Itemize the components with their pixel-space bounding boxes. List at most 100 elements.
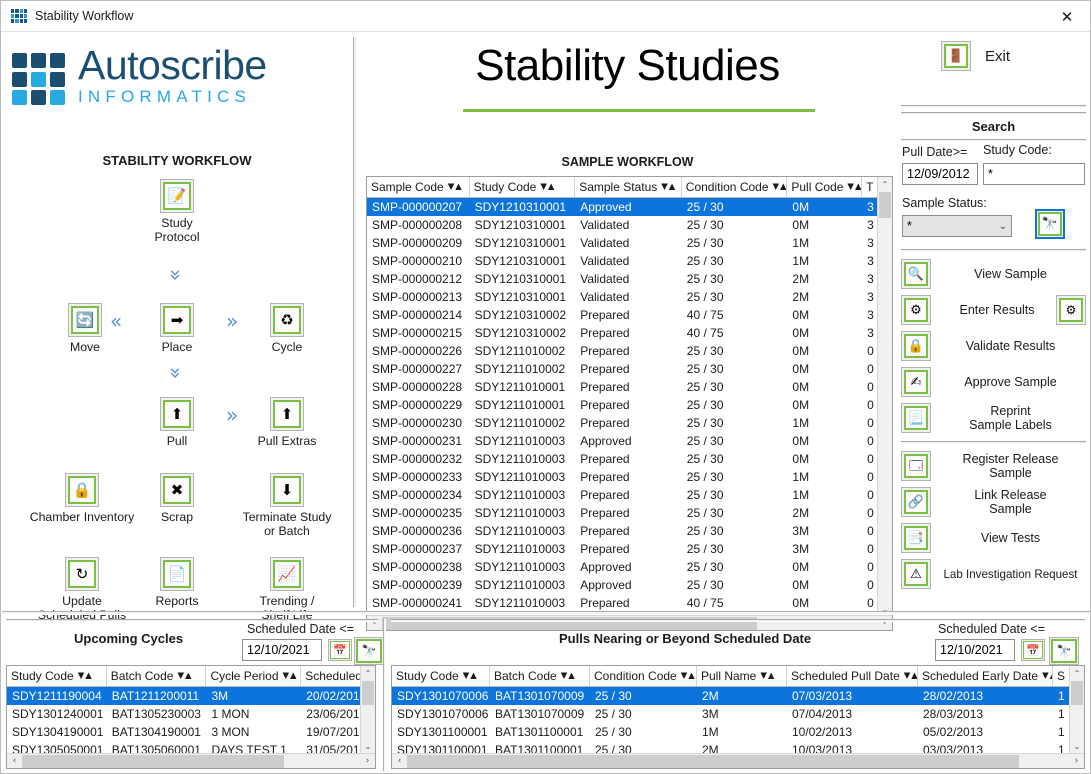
sort-arrows-icon[interactable]: ▼▲: [773, 182, 788, 192]
scheduled-date-input[interactable]: 12/10/2021: [935, 639, 1015, 661]
action-lab-investigation-request[interactable]: ⚠Lab Investigation Request: [901, 557, 1090, 591]
scroll-right-icon[interactable]: ›: [360, 754, 375, 769]
calendar-button[interactable]: 📅: [328, 639, 352, 661]
table-row[interactable]: SDY1211190004BAT12112000113M20/02/2013: [7, 687, 375, 705]
sort-arrows-icon[interactable]: ▼▲: [283, 671, 298, 681]
workflow-item-terminate-study[interactable]: ⬇ Terminate Study or Batch: [232, 473, 342, 538]
upcoming-cycles-grid[interactable]: Study Code▼▲Batch Code▼▲Cycle Period▼▲Sc…: [6, 665, 376, 769]
table-row[interactable]: SMP-000000228SDY1211010001Prepared25 / 3…: [367, 378, 892, 396]
view-tests-icon[interactable]: 📑: [901, 523, 931, 553]
column-header-batch-code[interactable]: Batch Code▼▲: [107, 666, 207, 686]
column-header-study-code[interactable]: Study Code▼▲: [7, 666, 107, 686]
scheduled-date-input[interactable]: 12/10/2021: [242, 639, 322, 661]
terminate-study-icon[interactable]: ⬇: [270, 473, 304, 507]
pull-date-input[interactable]: 12/09/2012: [902, 163, 978, 185]
table-row[interactable]: SMP-000000241SDY1211010003Prepared40 / 7…: [367, 594, 892, 612]
table-row[interactable]: SMP-000000235SDY1211010003Prepared25 / 3…: [367, 504, 892, 522]
action-enter-results[interactable]: ⚙Enter Results⚙: [901, 293, 1090, 327]
sort-arrows-icon[interactable]: ▼▲: [540, 182, 555, 192]
workflow-item-pull[interactable]: ⬆ Pull: [122, 397, 232, 448]
table-row[interactable]: SMP-000000226SDY1211010002Prepared25 / 3…: [367, 342, 892, 360]
gears-alt-icon[interactable]: ⚙: [1056, 295, 1086, 325]
scroll-thumb[interactable]: [1071, 681, 1083, 705]
sort-arrows-icon[interactable]: ▼▲: [1042, 671, 1053, 681]
search-button[interactable]: 🔭: [1035, 209, 1065, 239]
column-header-pull-name[interactable]: Pull Name▼▲: [697, 666, 787, 686]
column-header-sample-code[interactable]: Sample Code▼▲: [367, 177, 470, 197]
table-row[interactable]: SMP-000000227SDY1211010002Prepared25 / 3…: [367, 360, 892, 378]
label-printer-icon[interactable]: 📃: [901, 403, 931, 433]
chamber-inventory-icon[interactable]: 🔒: [65, 473, 99, 507]
calendar-button[interactable]: 📅: [1021, 639, 1045, 661]
exit-button[interactable]: 🚪 Exit: [941, 41, 1010, 71]
table-row[interactable]: SMP-000000232SDY1211010003Prepared25 / 3…: [367, 450, 892, 468]
sort-arrows-icon[interactable]: ▼▲: [681, 671, 696, 681]
sort-arrows-icon[interactable]: ▼▲: [847, 182, 862, 192]
column-header-condition-code[interactable]: Condition Code▼▲: [590, 666, 697, 686]
grid-vertical-scrollbar[interactable]: ⌃ ⌄: [877, 177, 892, 617]
column-header-scheduled-pull-date[interactable]: Scheduled Pull Date▼▲: [787, 666, 918, 686]
action-validate-results[interactable]: 🔒Validate Results: [901, 329, 1090, 363]
close-icon[interactable]: ✕: [1044, 1, 1090, 32]
table-row[interactable]: SDY1301070006BAT130107000925 / 303M07/04…: [392, 705, 1084, 723]
table-row[interactable]: SDY1301240001BAT13052300031 MON23/06/201…: [7, 705, 375, 723]
search-button[interactable]: 🔭: [1049, 637, 1079, 665]
column-header-condition-code[interactable]: Condition Code▼▲: [682, 177, 788, 197]
bottom-panels-splitter[interactable]: [383, 619, 386, 771]
scroll-up-icon[interactable]: ⌃: [361, 666, 375, 681]
table-row[interactable]: SMP-000000238SDY1211010003Approved25 / 3…: [367, 558, 892, 576]
gears-icon[interactable]: ⚙: [901, 295, 931, 325]
action-approve-sample[interactable]: ✍Approve Sample: [901, 365, 1090, 399]
table-row[interactable]: SMP-000000231SDY1211010003Approved25 / 3…: [367, 432, 892, 450]
table-row[interactable]: SMP-000000236SDY1211010003Prepared25 / 3…: [367, 522, 892, 540]
table-row[interactable]: SMP-000000215SDY1210310002Prepared40 / 7…: [367, 324, 892, 342]
scroll-left-icon[interactable]: ‹: [392, 754, 407, 769]
trending-shelf-life-icon[interactable]: 📈: [270, 557, 304, 591]
scroll-down-icon[interactable]: ⌄: [361, 739, 375, 754]
grid-horizontal-scrollbar[interactable]: ‹ ›: [392, 753, 1084, 768]
table-row[interactable]: SDY1301100001BAT130110000125 / 301M10/02…: [392, 723, 1084, 741]
table-row[interactable]: SMP-000000239SDY1211010003Approved25 / 3…: [367, 576, 892, 594]
lab-investigation-icon[interactable]: ⚠: [901, 559, 931, 589]
sample-status-select[interactable]: * ⌄: [902, 215, 1012, 237]
scroll-down-icon[interactable]: ⌄: [1070, 739, 1084, 754]
table-row[interactable]: SMP-000000209SDY1210310001Validated25 / …: [367, 234, 892, 252]
sort-arrows-icon[interactable]: ▼▲: [448, 182, 463, 192]
column-header-study-code[interactable]: Study Code▼▲: [392, 666, 490, 686]
horizontal-splitter[interactable]: [2, 611, 1090, 615]
scroll-right-icon[interactable]: ›: [1069, 754, 1084, 769]
scroll-thumb[interactable]: [879, 192, 891, 218]
sort-arrows-icon[interactable]: ▼▲: [661, 182, 676, 192]
table-row[interactable]: SMP-000000233SDY1211010003Prepared25 / 3…: [367, 468, 892, 486]
workflow-item-chamber-inventory[interactable]: 🔒 Chamber Inventory: [27, 473, 137, 524]
table-row[interactable]: SDY1305050001BAT1305060001DAYS TEST 131/…: [7, 741, 375, 753]
left-center-splitter[interactable]: [353, 37, 356, 607]
table-row[interactable]: SMP-000000208SDY1210310001Validated25 / …: [367, 216, 892, 234]
search-button[interactable]: 🔭: [354, 637, 384, 665]
table-row[interactable]: SMP-000000207SDY1210310001Approved25 / 3…: [367, 198, 892, 216]
sort-arrows-icon[interactable]: ▼▲: [463, 671, 478, 681]
hscroll-track[interactable]: [407, 755, 1069, 768]
sort-arrows-icon[interactable]: ▼▲: [78, 671, 93, 681]
sort-arrows-icon[interactable]: ▼▲: [760, 671, 775, 681]
hscroll-track[interactable]: [22, 755, 360, 768]
table-row[interactable]: SMP-000000229SDY1211010001Prepared25 / 3…: [367, 396, 892, 414]
pulls-nearing-grid[interactable]: Study Code▼▲Batch Code▼▲Condition Code▼▲…: [391, 665, 1085, 769]
table-row[interactable]: SMP-000000210SDY1210310001Validated25 / …: [367, 252, 892, 270]
action-register-release-sample[interactable]: 🗔Register Release Sample: [901, 449, 1090, 483]
cycle-icon[interactable]: ♻: [270, 303, 304, 337]
register-release-icon[interactable]: 🗔: [901, 451, 931, 481]
workflow-item-study-protocol[interactable]: 📝 Study Protocol: [122, 179, 232, 244]
grid-vertical-scrollbar[interactable]: ⌃ ⌄: [360, 666, 375, 754]
table-row[interactable]: SDY1304190001BAT13041900013 MON19/07/201…: [7, 723, 375, 741]
column-header-scheduled-early-date[interactable]: Scheduled Early Date▼▲: [918, 666, 1053, 686]
action-view-tests[interactable]: 📑View Tests: [901, 521, 1090, 555]
scroll-up-icon[interactable]: ⌃: [1070, 666, 1084, 681]
table-row[interactable]: SMP-000000214SDY1210310002Prepared40 / 7…: [367, 306, 892, 324]
table-row[interactable]: SMP-000000213SDY1210310001Validated25 / …: [367, 288, 892, 306]
exit-door-icon[interactable]: 🚪: [941, 41, 971, 71]
grid-vertical-scrollbar[interactable]: ⌃ ⌄: [1069, 666, 1084, 754]
workflow-item-cycle[interactable]: ♻ Cycle: [232, 303, 342, 354]
action-view-sample[interactable]: 🔍View Sample: [901, 257, 1090, 291]
study-protocol-icon[interactable]: 📝: [160, 179, 194, 213]
